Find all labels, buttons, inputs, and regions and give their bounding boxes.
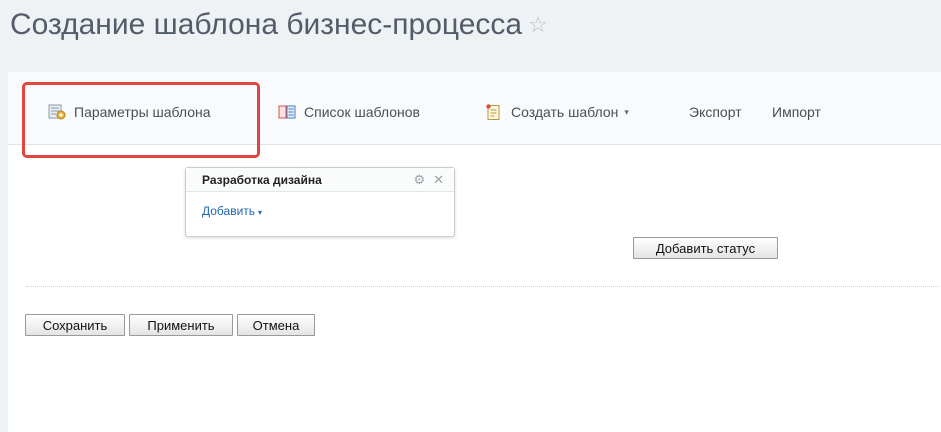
create-template-label: Создать шаблон xyxy=(511,104,619,120)
status-card-header: Разработка дизайна ⚙ ✕ xyxy=(186,168,454,192)
template-list-label: Список шаблонов xyxy=(304,104,420,120)
page-title: Создание шаблона бизнес-процесса ☆ xyxy=(10,8,548,42)
chevron-down-icon: ▾ xyxy=(624,106,629,117)
content-panel: Параметры шаблона Список шаблонов Создат… xyxy=(8,72,941,432)
chevron-down-icon: ▾ xyxy=(258,208,263,217)
import-label: Импорт xyxy=(772,104,821,120)
close-icon[interactable]: ✕ xyxy=(433,172,444,188)
export-label: Экспорт xyxy=(689,104,742,120)
template-list-button[interactable]: Список шаблонов xyxy=(278,102,420,122)
status-card-title: Разработка дизайна xyxy=(202,172,322,187)
add-link-label: Добавить xyxy=(202,204,256,218)
apply-button[interactable]: Применить xyxy=(129,314,233,336)
add-status-button[interactable]: Добавить статус xyxy=(633,237,778,259)
add-dropdown-link[interactable]: Добавить ▾ xyxy=(202,204,262,218)
star-icon[interactable]: ☆ xyxy=(528,12,548,37)
cancel-button[interactable]: Отмена xyxy=(237,314,315,336)
page-title-text: Создание шаблона бизнес-процесса xyxy=(10,8,523,41)
template-params-label: Параметры шаблона xyxy=(74,104,211,120)
status-card: Разработка дизайна ⚙ ✕ Добавить ▾ xyxy=(185,167,455,237)
import-button[interactable]: Импорт xyxy=(772,102,821,122)
toolbar: Параметры шаблона Список шаблонов Создат… xyxy=(8,72,941,145)
template-list-icon xyxy=(278,105,296,119)
export-button[interactable]: Экспорт xyxy=(689,102,742,122)
save-button[interactable]: Сохранить xyxy=(25,314,125,336)
template-settings-icon xyxy=(48,104,66,120)
template-params-button[interactable]: Параметры шаблона xyxy=(48,102,211,122)
new-document-icon xyxy=(486,104,500,120)
divider xyxy=(26,286,941,287)
create-template-button[interactable]: Создать шаблон ▾ xyxy=(485,102,629,122)
gear-icon[interactable]: ⚙ xyxy=(413,172,425,188)
